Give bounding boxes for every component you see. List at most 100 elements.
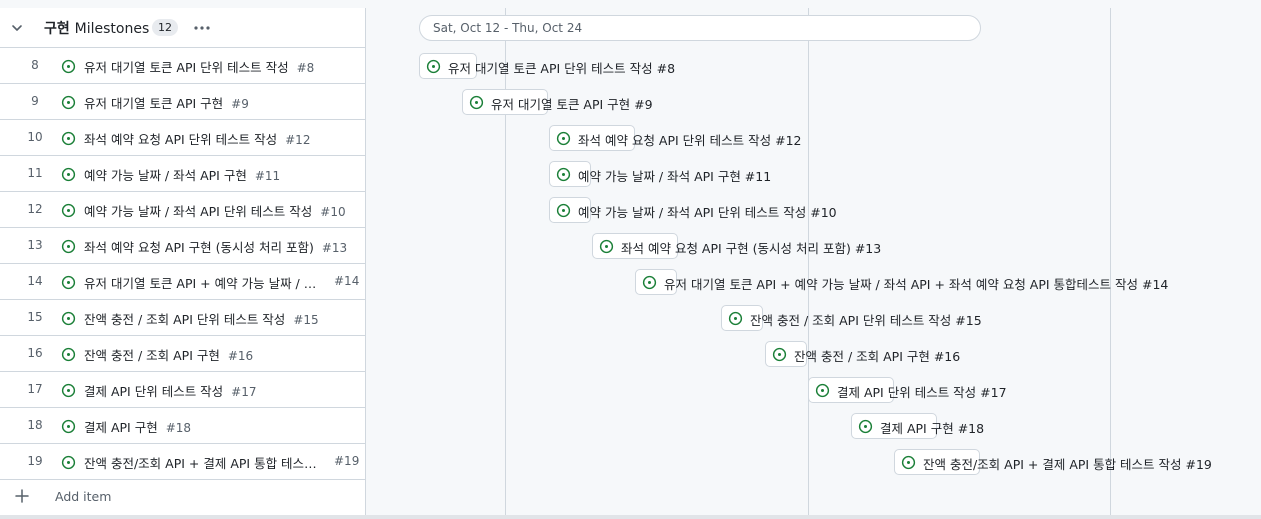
issue-opened-icon: [728, 311, 743, 326]
row-number: 8: [31, 58, 39, 72]
chevron-down-icon[interactable]: [9, 20, 25, 36]
row-issue-number: #10: [320, 205, 346, 219]
row-issue-number: #9: [231, 97, 249, 111]
timeline-bar-label[interactable]: 잔액 충전 / 조회 API 구현 #16: [794, 346, 960, 365]
timeline-bar-label[interactable]: 좌석 예약 요청 API 구현 (동시성 처리 포함) #13: [621, 238, 881, 257]
row-title[interactable]: 유저 대기열 토큰 API + 예약 가능 날짜 / 좌...: [84, 273, 324, 292]
row-title-text[interactable]: 좌석 예약 요청 API 구현 (동시성 처리 포함): [84, 240, 314, 255]
item-table: 구현 Milestones 12 8 유저 대기열 토큰 API 단위 테스트 …: [0, 8, 366, 515]
group-name-en: Milestones: [74, 21, 150, 37]
table-row[interactable]: 19 잔액 충전/조회 API + 결제 API 통합 테스트 ... #19: [0, 444, 365, 480]
issue-opened-icon: [61, 311, 76, 326]
row-issue-number: #16: [227, 349, 254, 363]
row-title[interactable]: 유저 대기열 토큰 API 단위 테스트 작성 #8: [84, 57, 314, 76]
timeline-bar-label[interactable]: 좌석 예약 요청 API 단위 테스트 작성 #12: [578, 130, 801, 149]
table-row[interactable]: 10 좌석 예약 요청 API 단위 테스트 작성 #12: [0, 120, 365, 156]
row-title-text[interactable]: 결제 API 단위 테스트 작성: [84, 384, 223, 399]
row-number: 13: [27, 238, 43, 252]
plus-icon[interactable]: [15, 489, 29, 503]
issue-opened-icon: [61, 383, 76, 398]
table-row[interactable]: 9 유저 대기열 토큰 API 구현 #9: [0, 84, 365, 120]
row-number: 16: [27, 346, 43, 360]
date-range-pill[interactable]: Sat, Oct 12 - Thu, Oct 24: [419, 15, 981, 41]
row-issue-number: #19: [334, 454, 360, 468]
issue-opened-icon: [61, 203, 76, 218]
row-number: 15: [27, 310, 43, 324]
row-title[interactable]: 예약 가능 날짜 / 좌석 API 구현 #11: [84, 165, 280, 184]
row-number: 12: [27, 202, 43, 216]
row-issue-number: #14: [334, 274, 360, 288]
timeline-bar-label[interactable]: 예약 가능 날짜 / 좌석 API 단위 테스트 작성 #10: [578, 202, 837, 221]
row-title[interactable]: 좌석 예약 요청 API 단위 테스트 작성 #12: [84, 129, 310, 148]
issue-opened-icon: [61, 419, 76, 434]
table-row[interactable]: 12 예약 가능 날짜 / 좌석 API 단위 테스트 작성 #10: [0, 192, 365, 228]
row-title[interactable]: 결제 API 구현 #18: [84, 417, 191, 436]
row-title[interactable]: 잔액 충전 / 조회 API 구현 #16: [84, 345, 253, 364]
row-issue-number: #8: [296, 61, 315, 75]
timeline-gridline: [505, 8, 506, 515]
issue-opened-icon: [61, 167, 76, 182]
group-header[interactable]: 구현 Milestones 12: [0, 8, 365, 48]
table-row[interactable]: 16 잔액 충전 / 조회 API 구현 #16: [0, 336, 365, 372]
timeline-bar-label[interactable]: 유저 대기열 토큰 API + 예약 가능 날짜 / 좌석 API + 좌석 예…: [664, 274, 1168, 293]
kebab-horizontal-icon[interactable]: [192, 21, 212, 35]
row-title-text[interactable]: 예약 가능 날짜 / 좌석 API 구현: [84, 168, 247, 183]
table-row[interactable]: 15 잔액 충전 / 조회 API 단위 테스트 작성 #15: [0, 300, 365, 336]
row-title[interactable]: 예약 가능 날짜 / 좌석 API 단위 테스트 작성 #10: [84, 201, 346, 220]
bottom-scrollbar-track[interactable]: [0, 515, 1261, 519]
issue-opened-icon: [556, 167, 571, 182]
timeline-bar-label[interactable]: 예약 가능 날짜 / 좌석 API 구현 #11: [578, 166, 771, 185]
row-title-text[interactable]: 결제 API 구현: [84, 420, 158, 435]
row-title[interactable]: 잔액 충전 / 조회 API 단위 테스트 작성 #15: [84, 309, 319, 328]
row-issue-number: #17: [231, 385, 257, 399]
timeline-bar-label[interactable]: 결제 API 구현 #18: [880, 418, 984, 437]
issue-opened-icon: [61, 347, 76, 362]
row-title-text[interactable]: 잔액 충전 / 조회 API 단위 테스트 작성: [84, 312, 285, 327]
table-row[interactable]: 17 결제 API 단위 테스트 작성 #17: [0, 372, 365, 408]
row-number: 10: [27, 130, 43, 144]
row-title[interactable]: 잔액 충전/조회 API + 결제 API 통합 테스트 ...: [84, 453, 324, 472]
timeline-gridline: [808, 8, 809, 515]
table-row[interactable]: 18 결제 API 구현 #18: [0, 408, 365, 444]
issue-opened-icon: [858, 419, 873, 434]
group-name-ko: 구현: [44, 21, 70, 37]
issue-opened-icon: [556, 203, 571, 218]
timeline-bar-label[interactable]: 유저 대기열 토큰 API 단위 테스트 작성 #8: [448, 58, 675, 77]
issue-opened-icon: [599, 239, 614, 254]
issue-opened-icon: [61, 59, 76, 74]
table-row[interactable]: 13 좌석 예약 요청 API 구현 (동시성 처리 포함) #13: [0, 228, 365, 264]
table-row[interactable]: 11 예약 가능 날짜 / 좌석 API 구현 #11: [0, 156, 365, 192]
row-title[interactable]: 유저 대기열 토큰 API 구현 #9: [84, 93, 249, 112]
row-number: 17: [27, 382, 43, 396]
row-number: 19: [27, 454, 43, 468]
row-title-text[interactable]: 유저 대기열 토큰 API 구현: [84, 96, 223, 111]
issue-opened-icon: [426, 59, 441, 74]
add-item-row[interactable]: Add item: [0, 480, 365, 515]
row-number: 11: [27, 166, 43, 180]
timeline-bar-label[interactable]: 잔액 충전/조회 API + 결제 API 통합 테스트 작성 #19: [923, 454, 1212, 473]
row-title-text[interactable]: 유저 대기열 토큰 API 단위 테스트 작성: [84, 60, 289, 75]
issue-opened-icon: [556, 131, 571, 146]
timeline-panel: Sat, Oct 12 - Thu, Oct 24 유저 대기열 토큰 API …: [367, 8, 1261, 515]
row-number: 18: [27, 418, 43, 432]
table-row[interactable]: 14 유저 대기열 토큰 API + 예약 가능 날짜 / 좌... #14: [0, 264, 365, 300]
date-range-label: Sat, Oct 12 - Thu, Oct 24: [433, 21, 583, 35]
row-issue-number: #15: [293, 313, 319, 327]
row-title-text[interactable]: 좌석 예약 요청 API 단위 테스트 작성: [84, 132, 277, 147]
table-row[interactable]: 8 유저 대기열 토큰 API 단위 테스트 작성 #8: [0, 48, 365, 84]
issue-opened-icon: [61, 455, 76, 470]
add-item-label[interactable]: Add item: [55, 489, 111, 504]
row-title[interactable]: 좌석 예약 요청 API 구현 (동시성 처리 포함) #13: [84, 237, 347, 256]
row-title-text[interactable]: 예약 가능 날짜 / 좌석 API 단위 테스트 작성: [84, 204, 312, 219]
group-count-badge: 12: [152, 19, 178, 36]
timeline-bar-label[interactable]: 잔액 충전 / 조회 API 단위 테스트 작성 #15: [750, 310, 982, 329]
timeline-bar-label[interactable]: 결제 API 단위 테스트 작성 #17: [837, 382, 1007, 401]
row-title-text[interactable]: 잔액 충전 / 조회 API 구현: [84, 348, 220, 363]
row-issue-number: #12: [285, 133, 311, 147]
issue-opened-icon: [61, 95, 76, 110]
timeline-bar-label[interactable]: 유저 대기열 토큰 API 구현 #9: [491, 94, 653, 113]
issue-opened-icon: [815, 383, 830, 398]
row-number: 14: [27, 274, 43, 288]
row-number: 9: [31, 94, 39, 108]
row-title[interactable]: 결제 API 단위 테스트 작성 #17: [84, 381, 257, 400]
